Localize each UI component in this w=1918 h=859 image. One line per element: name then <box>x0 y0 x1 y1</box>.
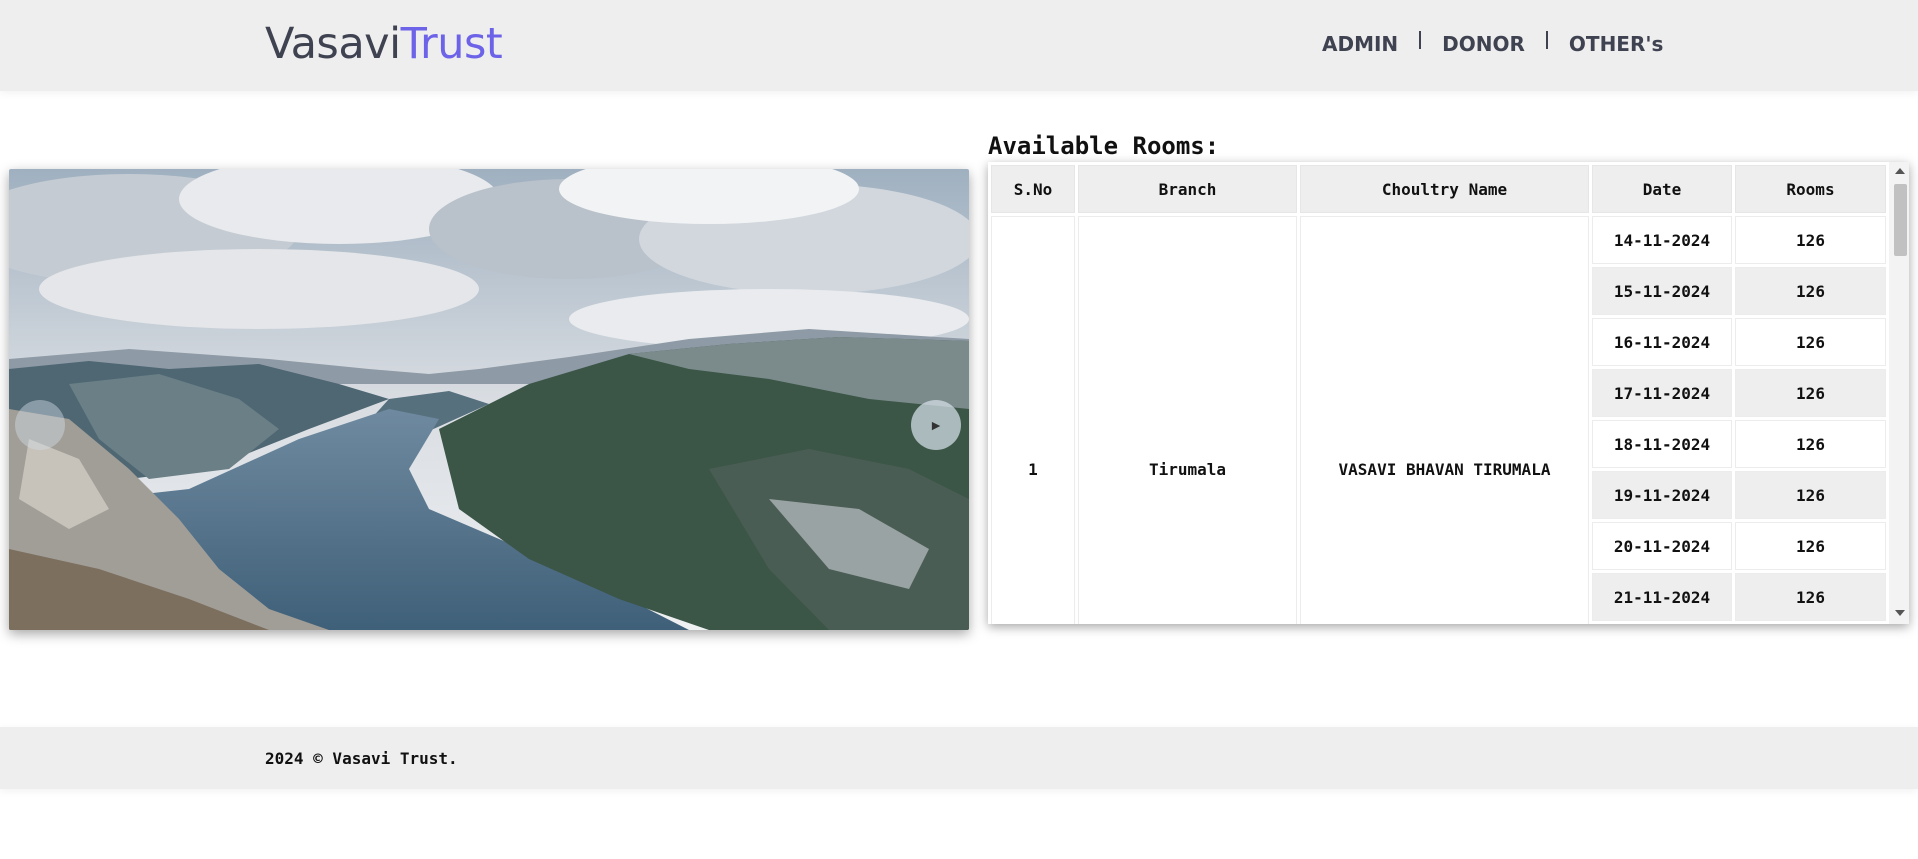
cell-rooms: 126 <box>1735 522 1886 570</box>
slider-prev-button[interactable] <box>15 400 65 450</box>
footer-copyright: 2024 © Vasavi Trust. <box>265 749 458 768</box>
scroll-up-arrow-icon[interactable] <box>1895 168 1905 174</box>
cell-date: 14-11-2024 <box>1592 216 1732 264</box>
cell-rooms: 126 <box>1735 318 1886 366</box>
cell-date: 19-11-2024 <box>1592 471 1732 519</box>
cell-rooms: 126 <box>1735 573 1886 621</box>
cell-date: 20-11-2024 <box>1592 522 1732 570</box>
nav-admin[interactable]: ADMIN <box>1322 32 1398 56</box>
scrollbar-thumb[interactable] <box>1894 184 1907 256</box>
nav-divider <box>1545 31 1548 49</box>
cell-rooms: 126 <box>1735 420 1886 468</box>
cell-branch: Tirumala <box>1078 216 1297 624</box>
play-arrow-icon: ► <box>929 417 943 433</box>
column-header-branch: Branch <box>1078 165 1297 213</box>
cell-sno: 1 <box>991 216 1075 624</box>
rooms-table-container[interactable]: S.No Branch Choultry Name Date Rooms 1 T… <box>988 162 1909 624</box>
nav-divider <box>1419 31 1422 49</box>
rooms-table: S.No Branch Choultry Name Date Rooms 1 T… <box>988 162 1889 624</box>
available-rooms-title: Available Rooms: <box>988 132 1220 160</box>
column-header-rooms: Rooms <box>1735 165 1886 213</box>
column-header-date: Date <box>1592 165 1732 213</box>
slider-next-button[interactable]: ► <box>911 400 961 450</box>
table-header-row: S.No Branch Choultry Name Date Rooms <box>991 165 1886 213</box>
cell-rooms: 126 <box>1735 216 1886 264</box>
image-slider: ► <box>9 169 969 630</box>
cell-date: 17-11-2024 <box>1592 369 1732 417</box>
site-header: VasaviTrust ADMIN DONOR OTHER's <box>0 0 1918 91</box>
nav-others[interactable]: OTHER's <box>1569 32 1663 56</box>
fjord-landscape-image <box>9 169 969 630</box>
main-nav: ADMIN DONOR OTHER's <box>1322 28 1663 60</box>
cell-date: 16-11-2024 <box>1592 318 1732 366</box>
table-row: 1 Tirumala VASAVI BHAVAN TIRUMALA 14-11-… <box>991 216 1886 624</box>
scroll-down-arrow-icon[interactable] <box>1895 610 1905 616</box>
cell-rooms: 126 <box>1735 369 1886 417</box>
cell-rooms: 126 <box>1735 471 1886 519</box>
table-scrollbar[interactable] <box>1889 162 1909 624</box>
cell-choultry-name: VASAVI BHAVAN TIRUMALA <box>1300 216 1589 624</box>
cell-date: 21-11-2024 <box>1592 573 1732 621</box>
brand-logo[interactable]: VasaviTrust <box>265 18 503 70</box>
brand-name-part2: Trust <box>400 19 503 69</box>
cell-rooms: 126 <box>1735 267 1886 315</box>
column-header-sno: S.No <box>991 165 1075 213</box>
site-footer: 2024 © Vasavi Trust. <box>0 727 1918 789</box>
brand-name-part1: Vasavi <box>265 19 401 69</box>
column-header-choultry: Choultry Name <box>1300 165 1589 213</box>
cell-date: 18-11-2024 <box>1592 420 1732 468</box>
nav-donor[interactable]: DONOR <box>1442 32 1525 56</box>
cell-date: 15-11-2024 <box>1592 267 1732 315</box>
